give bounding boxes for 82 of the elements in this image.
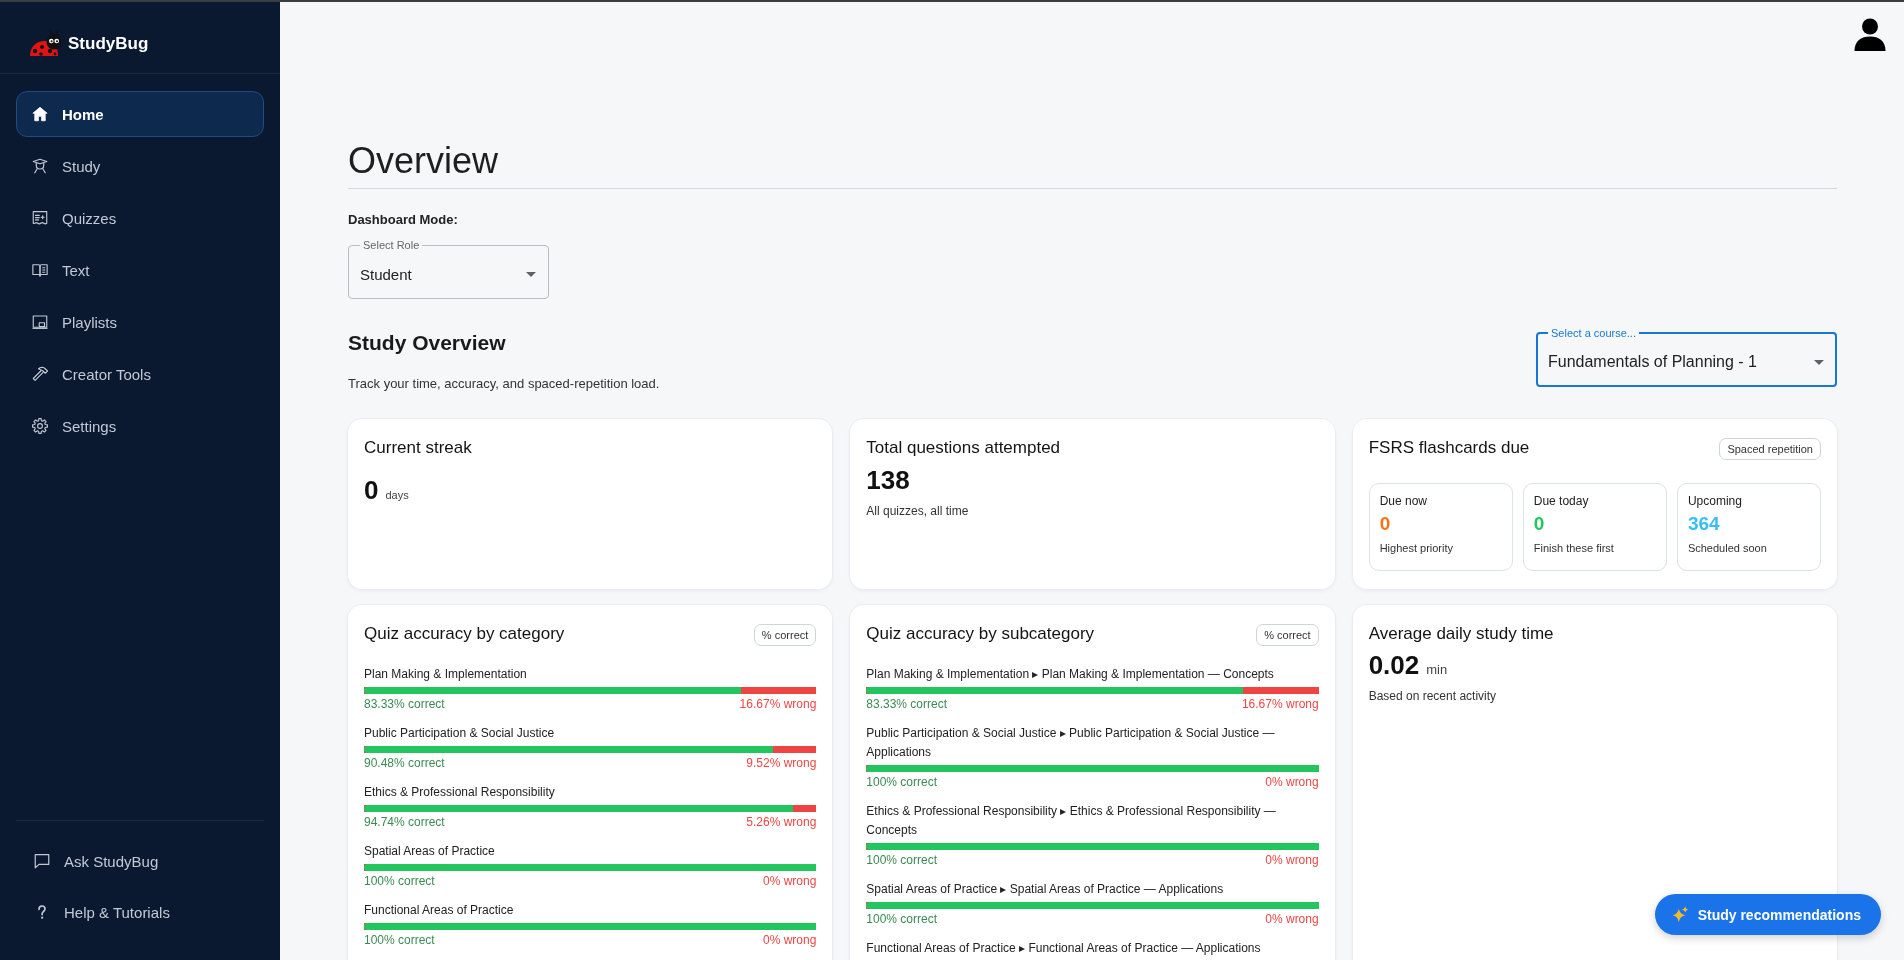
correct-percent: 83.33% correct [364, 696, 445, 712]
category-label: Public Participation & Social Justice [364, 725, 556, 742]
wrong-percent: 16.67% wrong [1241, 696, 1319, 712]
caret-icon [526, 272, 536, 277]
category-label: Functional Areas of Practice ▸ Functional Areas of Practice — Applications [866, 940, 1262, 957]
wrong-percent: 16.67% wrong [739, 696, 817, 712]
role-select[interactable]: Select Role Student [348, 239, 549, 299]
info-tag: Spaced repetition [1719, 438, 1821, 460]
nav-item[interactable]: Text [16, 247, 264, 293]
tile-label: Due now [1379, 493, 1429, 509]
caret-icon [1814, 359, 1824, 365]
settings-icon [31, 417, 49, 435]
category-label: Functional Areas of Practice [364, 902, 515, 919]
card-title: Quiz accuracy by subcategory [866, 623, 1095, 645]
category-label: Plan Making & Implementation ▸ Plan Making & Implementation — Concepts [866, 666, 1275, 683]
category-label: Public Participation & Social Justice ▸ Public Participation & Social Justice — Applications [866, 725, 1276, 761]
tile-value: 0 [1533, 512, 1546, 536]
section-title: Study Overview [348, 330, 507, 356]
wrong-percent: 0% wrong [1265, 911, 1319, 927]
nav-item[interactable]: Settings [16, 403, 264, 449]
sidebar-link[interactable]: Help & Tutorials [16, 889, 264, 935]
page-title: Overview [348, 139, 1837, 189]
wrong-percent: 0% wrong [1265, 774, 1319, 790]
category-label: Spatial Areas of Practice [364, 843, 496, 860]
correct-percent: 90.48% correct [364, 755, 445, 771]
avatar-icon[interactable] [1852, 16, 1888, 52]
info-tag: % correct [1256, 624, 1319, 646]
correct-percent: 100% correct [866, 852, 938, 868]
tile-note: Scheduled soon [1687, 541, 1768, 555]
correct-percent: 100% correct [364, 873, 435, 889]
correct-percent: 100% correct [866, 911, 938, 927]
nav-item[interactable]: Home [16, 91, 264, 137]
stat-unit: min [1426, 662, 1448, 677]
category-label: Spatial Areas of Practice ▸ Spatial Areas of Practice — Applications [866, 881, 1225, 898]
nav-item[interactable]: Playlists [16, 299, 264, 345]
category-label: Ethics & Professional Responsibility ▸ Ethics & Professional Responsibility — Concepts [866, 803, 1277, 839]
course-select[interactable]: Select a course... Fundamentals of Planning - 1 [1536, 327, 1837, 387]
tile-value: 364 [1687, 512, 1721, 536]
card-title: Quiz accuracy by category [364, 623, 565, 645]
nav-item[interactable]: Quizzes [16, 195, 264, 241]
exam-paper-icon [31, 209, 49, 227]
tile-note: Finish these first [1533, 541, 1615, 555]
chat-icon [33, 852, 51, 870]
category-label: Plan Making & Implementation [364, 666, 528, 683]
card-title: FSRS flashcards due [1368, 437, 1530, 459]
wrong-percent: 0% wrong [1265, 852, 1319, 868]
stat-note: All quizzes, all time [866, 503, 970, 519]
card-title: Current streak [364, 437, 473, 459]
correct-percent: 94.74% correct [364, 814, 445, 830]
graduate-icon [31, 157, 49, 175]
wrong-percent: 0% wrong [762, 873, 817, 889]
nav-item[interactable]: Study [16, 143, 264, 189]
info-tag: % correct [753, 624, 817, 646]
nav-item[interactable]: Creator Tools [16, 351, 264, 397]
recommendations-button[interactable]: Study recommendations [1654, 894, 1881, 935]
correct-percent: 100% correct [866, 774, 938, 790]
tile-value: 0 [1379, 512, 1392, 536]
section-subtitle: Track your time, accuracy, and spaced-repetition load. [348, 375, 660, 393]
correct-percent: 100% correct [364, 932, 435, 948]
dashboard-mode-label: Dashboard Mode: [348, 211, 459, 229]
stat-note: Based on recent activity [1368, 688, 1498, 704]
home-icon [31, 105, 49, 123]
category-label: Ethics & Professional Responsibility [364, 784, 556, 801]
hammer-icon [31, 365, 49, 383]
sidebar-link[interactable]: Ask StudyBug [16, 838, 264, 884]
tile-label: Upcoming [1687, 493, 1743, 509]
tile-note: Highest priority [1379, 541, 1454, 555]
slideshow-icon [31, 313, 49, 331]
card-title: Total questions attempted [866, 437, 1062, 459]
wrong-percent: 9.52% wrong [746, 755, 817, 771]
stat-unit: days [385, 489, 409, 501]
stat-value: 0.02 [1368, 649, 1420, 681]
correct-percent: 83.33% correct [866, 696, 948, 712]
card-title: Average daily study time [1368, 623, 1555, 645]
tile-label: Due today [1533, 493, 1590, 509]
wrong-percent: 0% wrong [762, 932, 817, 948]
stat-value: 138 [866, 464, 910, 496]
app-name: StudyBug [68, 33, 149, 54]
stat-value: 0 [364, 474, 379, 506]
sparkle-icon [1671, 906, 1689, 923]
book-icon [31, 261, 49, 279]
wrong-percent: 5.26% wrong [746, 814, 817, 830]
